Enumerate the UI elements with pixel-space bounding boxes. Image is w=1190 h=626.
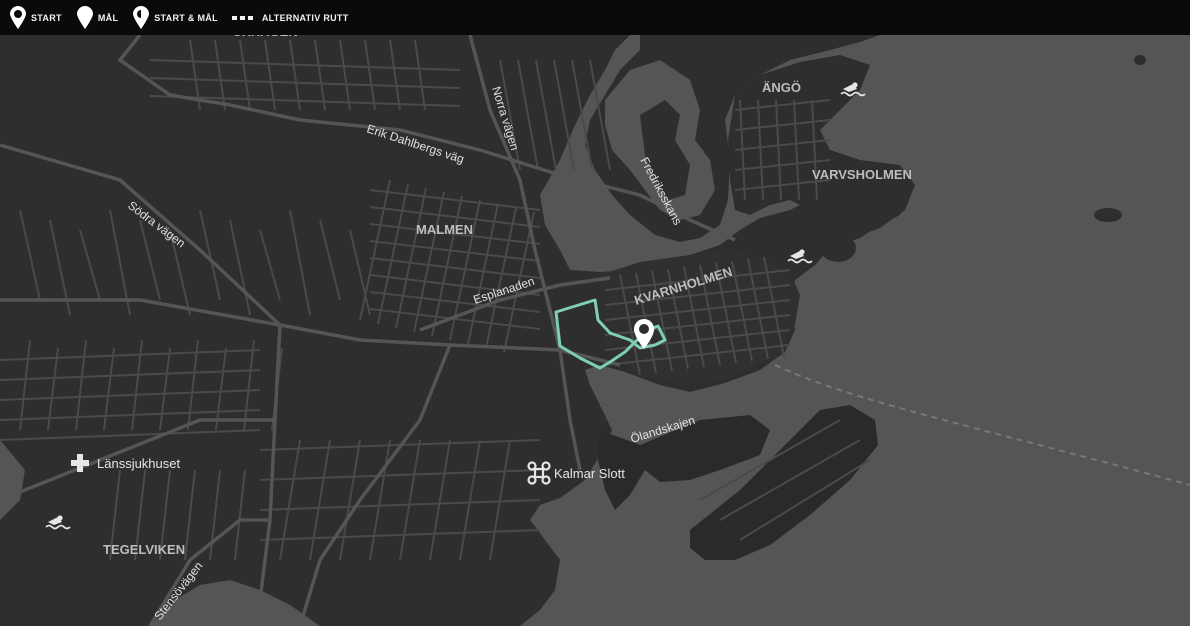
map-pin-icon xyxy=(10,5,26,29)
island-c xyxy=(1134,55,1146,65)
map-canvas[interactable]: OXHAGEN MALMEN ÄNGÖ VARVSHOLMEN TEGELVIK… xyxy=(0,0,1190,626)
legend-start: START xyxy=(9,5,62,30)
legend-alt-route: ALTERNATIV RUTT xyxy=(231,12,349,23)
legend-alt-route-label: ALTERNATIV RUTT xyxy=(261,12,349,23)
legend-start-label: START xyxy=(31,12,62,23)
district-varvsholmen: VARVSHOLMEN xyxy=(812,167,912,182)
poi-hospital-label: Länssjukhuset xyxy=(97,456,180,471)
island-b xyxy=(1094,208,1122,222)
legend-goal-label: MÅL xyxy=(97,12,119,23)
poi-castle-label: Kalmar Slott xyxy=(554,466,625,481)
legend-start-goal-label: START & MÅL xyxy=(154,12,218,23)
teardrop-pin-icon xyxy=(76,5,93,29)
dashed-line-icon xyxy=(231,15,256,20)
district-tegelviken: TEGELVIKEN xyxy=(103,542,185,557)
map-viewport[interactable]: OXHAGEN MALMEN ÄNGÖ VARVSHOLMEN TEGELVIK… xyxy=(0,0,1190,626)
island-a xyxy=(820,234,856,262)
island-f xyxy=(540,564,550,572)
district-ango: ÄNGÖ xyxy=(762,80,801,95)
district-malmen: MALMEN xyxy=(416,222,473,237)
half-filled-pin-icon xyxy=(133,5,150,29)
island-d xyxy=(14,548,46,572)
legend-goal: MÅL xyxy=(76,5,119,30)
legend-start-goal: START & MÅL xyxy=(132,5,218,30)
island-g xyxy=(282,575,298,595)
legend-bar: START MÅL START & MÅL ALTERNATIV RUTT xyxy=(0,0,1190,35)
